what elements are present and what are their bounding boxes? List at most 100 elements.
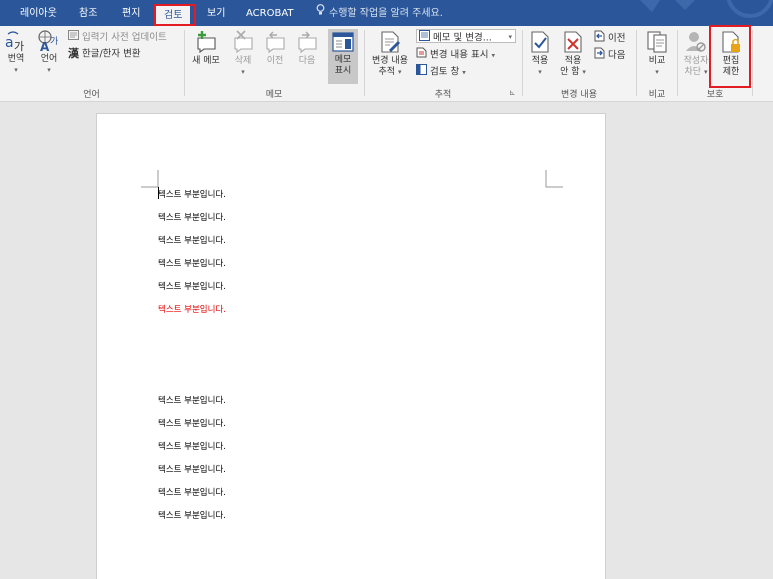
- block-authors-label-line2: 차단: [684, 67, 702, 77]
- language-button[interactable]: A 가 언어 ▾: [34, 30, 64, 76]
- reviewing-pane-button[interactable]: 검토 창 ▾: [416, 64, 466, 78]
- group-divider: [752, 30, 753, 96]
- changes-group-label: 변경 내용: [561, 90, 597, 100]
- restrict-editing-icon: [722, 31, 740, 53]
- dialog-launcher-icon[interactable]: ⊾: [509, 88, 516, 97]
- new-comment-button[interactable]: 새 메모: [188, 30, 224, 67]
- chevron-down-icon: ▾: [462, 68, 466, 77]
- reject-label-line1: 적용: [564, 56, 582, 66]
- group-divider: [677, 30, 678, 96]
- markup-icon: [419, 30, 430, 46]
- track-changes-button[interactable]: 변경 내용 추적 ▾: [369, 30, 411, 78]
- previous-change-button[interactable]: 이전: [593, 30, 625, 44]
- next-change-icon: [593, 47, 605, 64]
- restrict-editing-label-line1: 편집: [722, 56, 740, 66]
- track-changes-icon: [381, 31, 400, 53]
- hanja-icon: 漢: [68, 47, 79, 60]
- document-text-line: 텍스트 부분입니다.: [158, 442, 226, 452]
- language-icon: A 가: [38, 30, 58, 52]
- document-text-line: 텍스트 부분입니다.: [158, 465, 226, 475]
- next-change-button[interactable]: 다음: [593, 47, 625, 61]
- group-divider: [364, 30, 365, 96]
- chevron-down-icon: ▾: [538, 68, 542, 76]
- new-comment-label: 새 메모: [192, 56, 220, 66]
- document-text-line: 텍스트 부분입니다.: [158, 396, 226, 406]
- tab-acrobat[interactable]: ACROBAT: [238, 4, 302, 23]
- chevron-down-icon: ▾: [491, 51, 496, 60]
- chevron-down-icon: ▾: [397, 68, 402, 76]
- comments-group-label: 메모: [265, 90, 283, 100]
- svg-text:가: 가: [50, 36, 58, 47]
- translate-icon: a 가: [5, 31, 24, 52]
- restrict-editing-button[interactable]: 편집 제한: [716, 30, 746, 78]
- translate-button[interactable]: a 가 번역 ▾: [3, 30, 29, 76]
- document-text-line: 텍스트 부분입니다.: [158, 419, 226, 429]
- language-label: 언어: [40, 54, 58, 64]
- document-text-line: 텍스트 부분입니다.: [158, 511, 226, 521]
- review-ribbon: a 가 번역 ▾ A 가 언어 ▾ 입력기 사전 업데이트 漢 한글/한자 변환 …: [0, 26, 773, 102]
- delete-comment-button[interactable]: 삭제 ▾: [229, 30, 257, 78]
- show-comments-label-line1: 메모: [334, 55, 352, 65]
- delete-comment-label: 삭제: [234, 56, 252, 66]
- reviewing-pane-icon: [416, 64, 427, 80]
- reviewing-pane-label: 검토 창: [430, 66, 460, 78]
- markup-display-dropdown[interactable]: 메모 및 변경... ▾: [416, 29, 516, 46]
- tab-layout[interactable]: 레이아웃: [12, 4, 65, 23]
- dictionary-icon: [68, 30, 79, 45]
- hanja-convert-button[interactable]: 漢 한글/한자 변환: [68, 47, 141, 61]
- show-markup-label: 변경 내용 표시: [430, 49, 489, 61]
- track-changes-label-line1: 변경 내용: [372, 56, 408, 66]
- group-divider: [184, 30, 185, 96]
- next-comment-label: 다음: [298, 56, 316, 66]
- chevron-down-icon: ▾: [47, 66, 51, 74]
- compare-label: 비교: [648, 56, 666, 66]
- next-comment-button[interactable]: 다음: [293, 30, 321, 67]
- document-text-line: 텍스트 부분입니다.: [158, 259, 226, 269]
- document-text-line: 텍스트 부분입니다.: [158, 282, 226, 292]
- new-comment-icon: [197, 31, 216, 54]
- lightbulb-icon: [314, 4, 326, 23]
- document-page[interactable]: 텍스트 부분입니다. 텍스트 부분입니다. 텍스트 부분입니다. 텍스트 부분입…: [96, 113, 606, 579]
- block-authors-label-line1: 작성자: [683, 56, 709, 66]
- accept-icon: [531, 31, 549, 53]
- chevron-down-icon: ▾: [703, 68, 708, 76]
- show-markup-icon: [416, 47, 427, 63]
- previous-change-label: 이전: [608, 33, 626, 44]
- compare-button[interactable]: 비교 ▾: [643, 30, 671, 78]
- chevron-down-icon: ▾: [508, 33, 512, 41]
- previous-comment-button[interactable]: 이전: [261, 30, 289, 67]
- show-comments-icon: [332, 32, 354, 52]
- tab-references[interactable]: 참조: [71, 4, 105, 23]
- svg-text:A: A: [40, 40, 50, 52]
- show-comments-label-line2: 표시: [334, 66, 352, 76]
- svg-text:a: a: [5, 35, 14, 51]
- tab-review[interactable]: 검토: [156, 6, 191, 26]
- show-markup-button[interactable]: 변경 내용 표시 ▾: [416, 47, 495, 61]
- group-divider: [636, 30, 637, 96]
- language-group-label: 언어: [83, 90, 100, 100]
- compare-icon: [647, 31, 667, 53]
- document-text-line: 텍스트 부분입니다.: [158, 190, 226, 200]
- margin-corner-mark-right: [545, 170, 563, 188]
- delete-comment-icon: [234, 30, 253, 54]
- block-authors-icon: [686, 32, 706, 52]
- restrict-editing-label-line2: 제한: [722, 67, 740, 77]
- accept-label: 적용: [531, 56, 549, 66]
- tab-view[interactable]: 보기: [199, 4, 233, 23]
- chevron-down-icon: ▾: [241, 68, 245, 76]
- show-comments-button[interactable]: 메모 표시: [328, 29, 358, 84]
- block-authors-button[interactable]: 작성자 차단 ▾: [681, 30, 711, 78]
- tell-me-box[interactable]: 수행할 작업을 알려 주세요.: [314, 4, 443, 23]
- previous-comment-label: 이전: [266, 56, 284, 66]
- ime-dictionary-label: 입력기 사전 업데이트: [82, 32, 167, 43]
- next-change-label: 다음: [608, 50, 626, 61]
- chevron-down-icon: ▾: [655, 68, 659, 76]
- ime-dictionary-update-button[interactable]: 입력기 사전 업데이트: [68, 30, 167, 44]
- ribbon-tab-bar: 레이아웃 참조 편지 검토 보기 ACROBAT 수행할 작업을 알려 주세요.: [0, 0, 773, 26]
- previous-change-icon: [593, 30, 605, 47]
- accept-button[interactable]: 적용 ▾: [527, 30, 553, 78]
- reject-button[interactable]: 적용 안 함 ▾: [557, 30, 589, 78]
- document-text-line: 텍스트 부분입니다.: [158, 488, 226, 498]
- tab-mailings[interactable]: 편지: [114, 4, 148, 23]
- tracking-group-label: 추적: [434, 90, 452, 100]
